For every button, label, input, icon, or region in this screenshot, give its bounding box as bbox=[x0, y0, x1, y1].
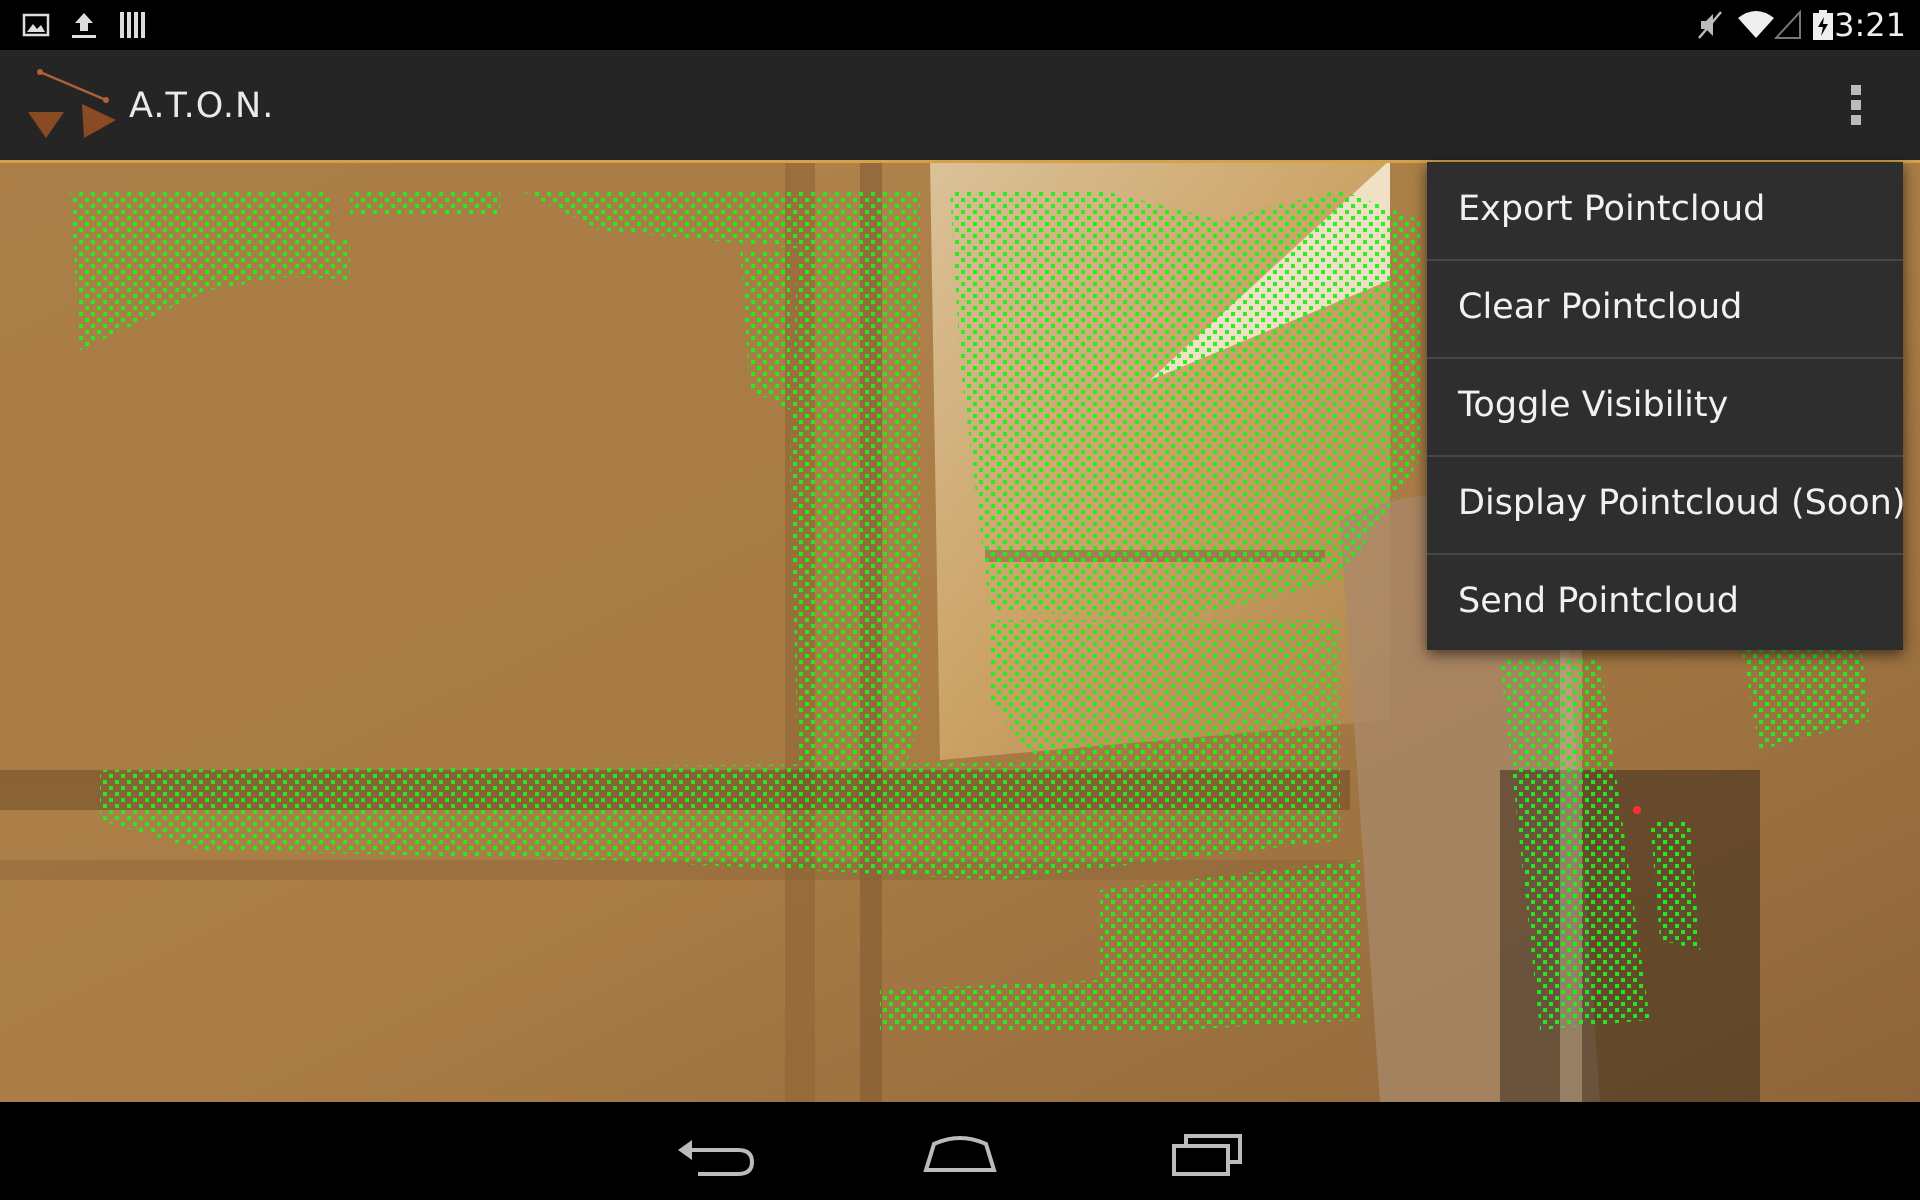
home-icon[interactable] bbox=[912, 1122, 1008, 1182]
signal-icon bbox=[1774, 10, 1801, 39]
menu-item-send-pointcloud[interactable]: Send Pointcloud bbox=[1427, 554, 1903, 651]
upload-icon bbox=[72, 13, 96, 38]
app-title: A.T.O.N. bbox=[129, 86, 275, 126]
action-bar bbox=[0, 50, 1920, 160]
overflow-menu-button[interactable] bbox=[1840, 80, 1872, 130]
menu-item-label: Clear Pointcloud bbox=[1458, 287, 1743, 327]
overflow-menu: Export Pointcloud Clear Pointcloud Toggl… bbox=[1427, 162, 1906, 651]
overflow-menu-icon bbox=[1851, 85, 1861, 95]
mute-icon bbox=[1698, 11, 1722, 39]
menu-item-label: Display Pointcloud (Soon) bbox=[1458, 483, 1906, 523]
status-clock: 3:21 bbox=[1834, 6, 1906, 44]
status-bar: 3:21 bbox=[0, 0, 1920, 50]
battery-charging-icon bbox=[1813, 10, 1833, 40]
aton-logo-icon[interactable] bbox=[24, 64, 120, 144]
menu-item-clear-pointcloud[interactable]: Clear Pointcloud bbox=[1427, 260, 1903, 357]
menu-item-display-pointcloud[interactable]: Display Pointcloud (Soon) bbox=[1427, 456, 1906, 553]
menu-item-label: Send Pointcloud bbox=[1458, 581, 1739, 621]
menu-item-toggle-visibility[interactable]: Toggle Visibility bbox=[1427, 358, 1903, 455]
menu-item-label: Export Pointcloud bbox=[1458, 189, 1766, 229]
wifi-icon bbox=[1738, 11, 1774, 38]
gallery-icon bbox=[22, 13, 50, 37]
recents-icon[interactable] bbox=[1160, 1122, 1256, 1182]
menu-item-export-pointcloud[interactable]: Export Pointcloud bbox=[1427, 162, 1903, 259]
storage-icon bbox=[120, 12, 145, 38]
back-icon[interactable] bbox=[668, 1122, 764, 1182]
menu-item-label: Toggle Visibility bbox=[1458, 385, 1729, 425]
